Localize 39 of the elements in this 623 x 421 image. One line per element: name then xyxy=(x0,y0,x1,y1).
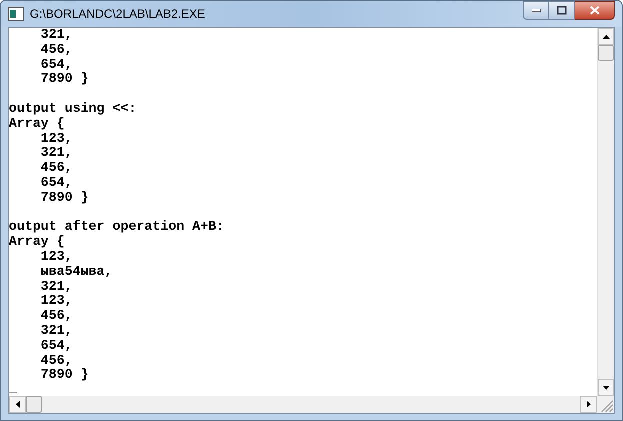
console-line: 456, xyxy=(40,161,73,176)
scrollbar-thumb[interactable] xyxy=(598,45,614,61)
console-line: 321, xyxy=(40,146,73,162)
left-arrow-icon xyxy=(16,401,20,408)
console-line: output after operation A+B: xyxy=(9,220,224,235)
maximize-button[interactable] xyxy=(549,1,575,20)
console-line: Array { xyxy=(9,235,65,250)
console-line: 123, xyxy=(40,294,73,310)
console-line: 321, xyxy=(40,28,73,43)
text-cursor: _ xyxy=(9,383,18,394)
console-line: output using <<: xyxy=(9,102,137,117)
console-line: 456, xyxy=(40,309,73,324)
vertical-scrollbar[interactable] xyxy=(597,28,614,396)
console-line: 7890 } xyxy=(40,72,89,88)
minimize-icon xyxy=(532,8,540,12)
close-icon xyxy=(590,6,600,15)
close-button[interactable] xyxy=(575,1,615,20)
minimize-button[interactable] xyxy=(523,1,549,20)
console-line: 123, xyxy=(40,250,73,265)
console-line: 456, xyxy=(40,42,73,58)
console-line: 654, xyxy=(40,176,73,191)
maximize-icon xyxy=(556,6,566,15)
down-arrow-icon xyxy=(602,386,610,390)
console-app-icon xyxy=(8,7,24,21)
console-line: ыва54ыва, xyxy=(40,264,113,280)
window-title: G:\BORLANDC\2LAB\LAB2.EXE xyxy=(30,6,206,23)
scrollbar-thumb[interactable] xyxy=(26,396,42,413)
console-line: Array { xyxy=(9,116,65,132)
console-line: 7890 } xyxy=(40,190,89,206)
console-line: 321, xyxy=(40,324,73,339)
console-line: 456, xyxy=(40,354,73,368)
horizontal-scrollbar[interactable] xyxy=(9,396,597,413)
console-line: 654, xyxy=(40,58,73,72)
right-arrow-icon xyxy=(586,401,590,408)
up-arrow-icon xyxy=(602,34,610,38)
console-line: 321, xyxy=(40,280,73,294)
console-line: 123, xyxy=(40,132,73,146)
console-line: 654, xyxy=(40,338,73,354)
console-line: 7890 } xyxy=(40,368,89,384)
